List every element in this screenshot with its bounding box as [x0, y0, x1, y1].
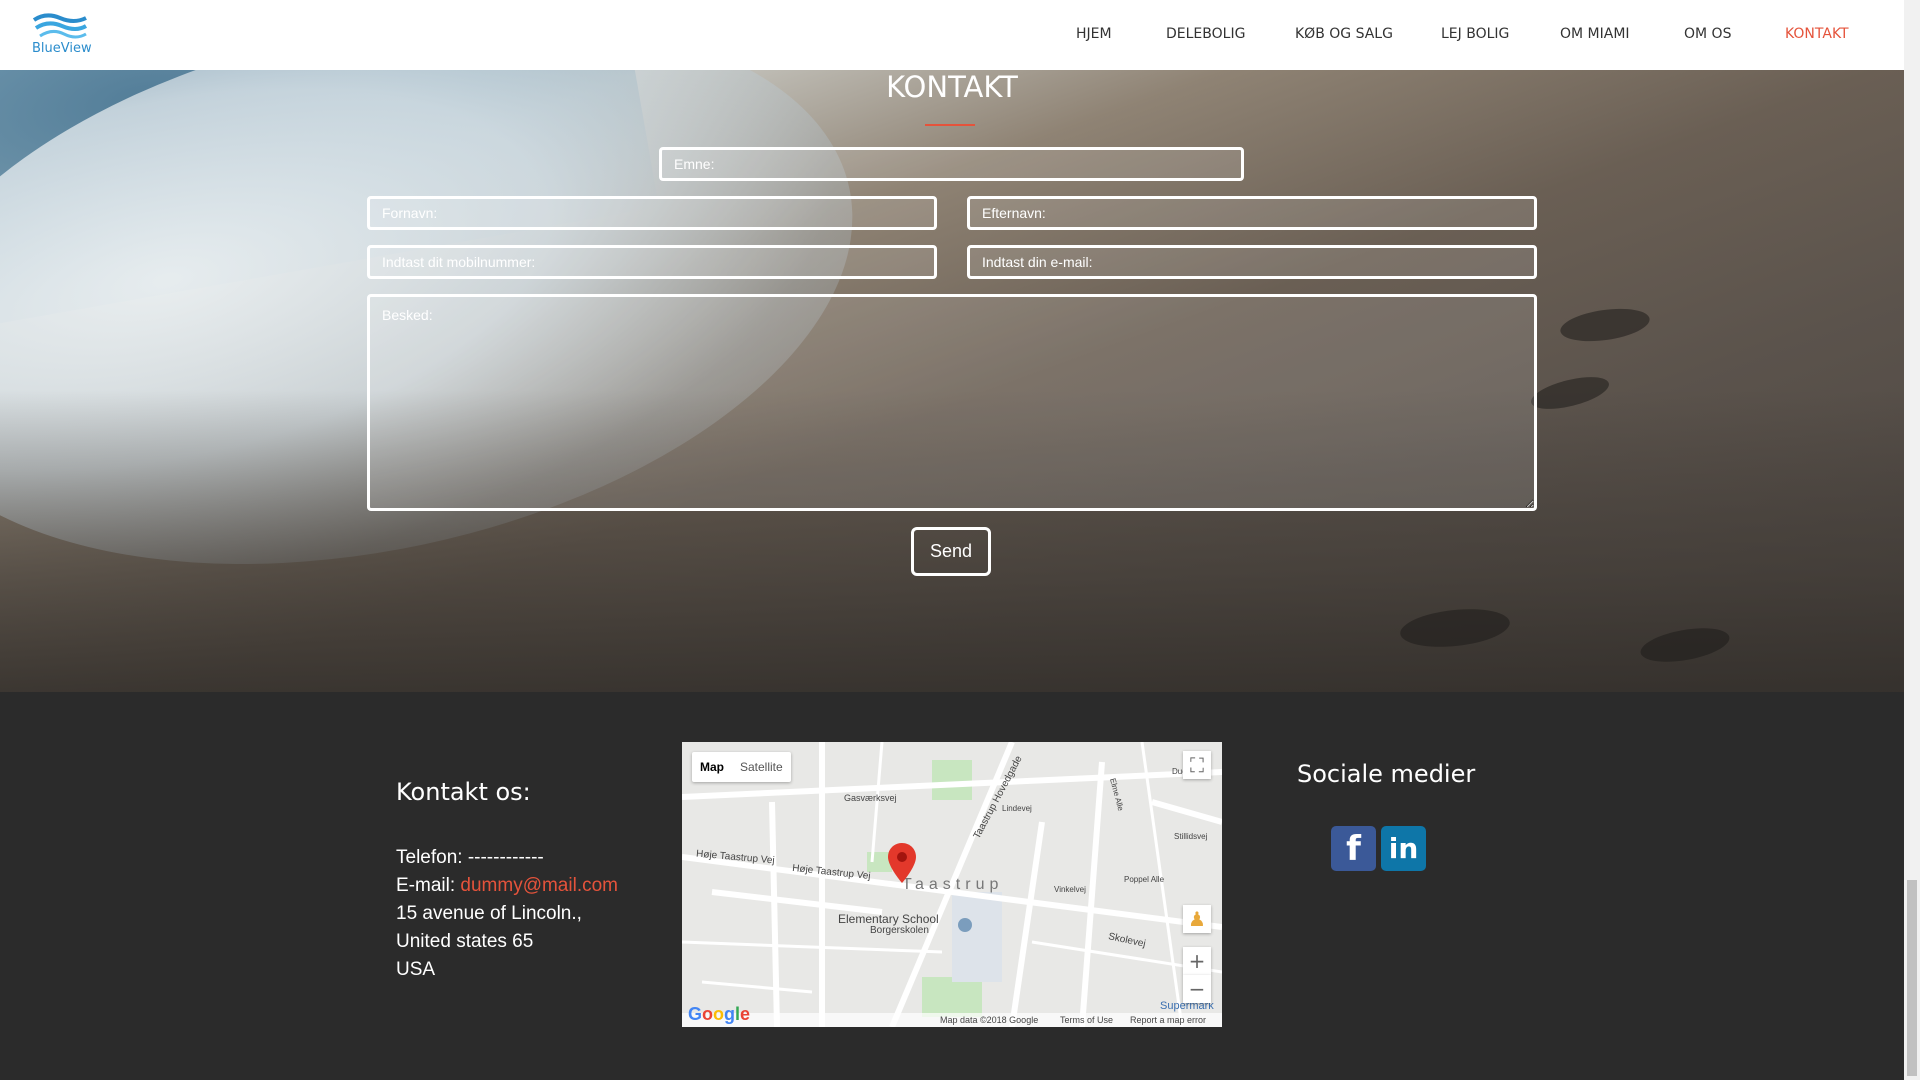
school-icon: [958, 918, 972, 932]
google-map[interactable]: Gasværksvej Høje Taastrup Vej Høje Taast…: [682, 742, 1222, 1027]
phone-label: Telefon:: [396, 847, 463, 868]
poi-sub-label: Borgerskolen: [870, 925, 929, 936]
contact-email: E-mail: dummy@mail.com: [396, 875, 618, 897]
email-link[interactable]: dummy@mail.com: [460, 875, 618, 896]
nav-item-delebolig[interactable]: DELEBOLIG: [1166, 26, 1245, 42]
terms-link[interactable]: Terms of Use: [1060, 1015, 1113, 1025]
phone-input[interactable]: [367, 245, 937, 279]
footprint-decoration: [1558, 303, 1652, 347]
contact-phone: Telefon: ------------: [396, 847, 544, 869]
firstname-input[interactable]: [367, 196, 937, 230]
fullscreen-icon[interactable]: ⛶: [1183, 751, 1211, 779]
map-pin-icon[interactable]: [888, 843, 916, 883]
address-line-2: United states 65: [396, 931, 534, 952]
message-textarea[interactable]: [367, 294, 1537, 511]
nav-item-kontakt[interactable]: KONTAKT: [1785, 26, 1849, 42]
title-underline: [925, 124, 975, 126]
zoom-out-icon[interactable]: −: [1183, 975, 1211, 1003]
nav-item-koeb-og-salg[interactable]: KØB OG SALG: [1295, 26, 1393, 42]
phone-value: ------------: [467, 847, 544, 868]
map-type-tabs: Map Satellite: [692, 752, 791, 782]
street-label: Poppel Alle: [1124, 875, 1165, 884]
facebook-icon[interactable]: f: [1331, 826, 1376, 871]
nav-item-om-miami[interactable]: OM MIAMI: [1560, 26, 1630, 42]
report-link[interactable]: Report a map error: [1130, 1015, 1206, 1025]
email-label: E-mail:: [396, 875, 456, 896]
zoom-in-icon[interactable]: +: [1183, 947, 1211, 975]
street-label: Vinkelvej: [1054, 885, 1086, 894]
page-title: KONTAKT: [886, 70, 1018, 104]
street-label: Gasværksvej: [844, 793, 897, 803]
poi-label: Elementary School: [838, 912, 939, 926]
social-heading: Sociale medier: [1297, 760, 1476, 788]
nav-item-lej-bolig[interactable]: LEJ BOLIG: [1441, 26, 1509, 42]
linkedin-icon[interactable]: in: [1381, 826, 1426, 871]
subject-input[interactable]: [659, 147, 1244, 181]
address-line-3: USA: [396, 959, 436, 980]
map-place-label: Taastrup: [902, 876, 1004, 893]
street-view-icon[interactable]: ♟: [1183, 905, 1211, 933]
email-input[interactable]: [967, 245, 1537, 279]
map-data-text: Map data ©2018 Google: [940, 1015, 1039, 1025]
tab-satellite[interactable]: Satellite: [732, 752, 791, 782]
google-logo: Google: [688, 1004, 751, 1024]
brand-name: BlueView: [32, 41, 92, 56]
top-navbar: BlueView HJEM DELEBOLIG KØB OG SALG LEJ …: [0, 0, 1904, 70]
send-button[interactable]: Send: [911, 527, 991, 576]
page-scrollbar[interactable]: [1904, 0, 1920, 1080]
contact-heading: Kontakt os:: [396, 778, 531, 806]
map-attribution-bar: Map data ©2018 Google Terms of Use Repor…: [682, 1013, 1222, 1027]
lastname-input[interactable]: [967, 196, 1537, 230]
tab-map[interactable]: Map: [692, 752, 732, 782]
street-label: Stillidsvej: [1174, 832, 1208, 841]
address-line-1: 15 avenue of Lincoln.,: [396, 903, 582, 924]
nav-item-om-os[interactable]: OM OS: [1684, 26, 1731, 42]
brand-logo[interactable]: BlueView: [30, 12, 92, 58]
scrollbar-thumb[interactable]: [1907, 880, 1917, 1076]
wave-logo-icon: [32, 13, 88, 39]
street-label: Lindevej: [1002, 804, 1032, 813]
nav-item-hjem[interactable]: HJEM: [1076, 26, 1112, 42]
